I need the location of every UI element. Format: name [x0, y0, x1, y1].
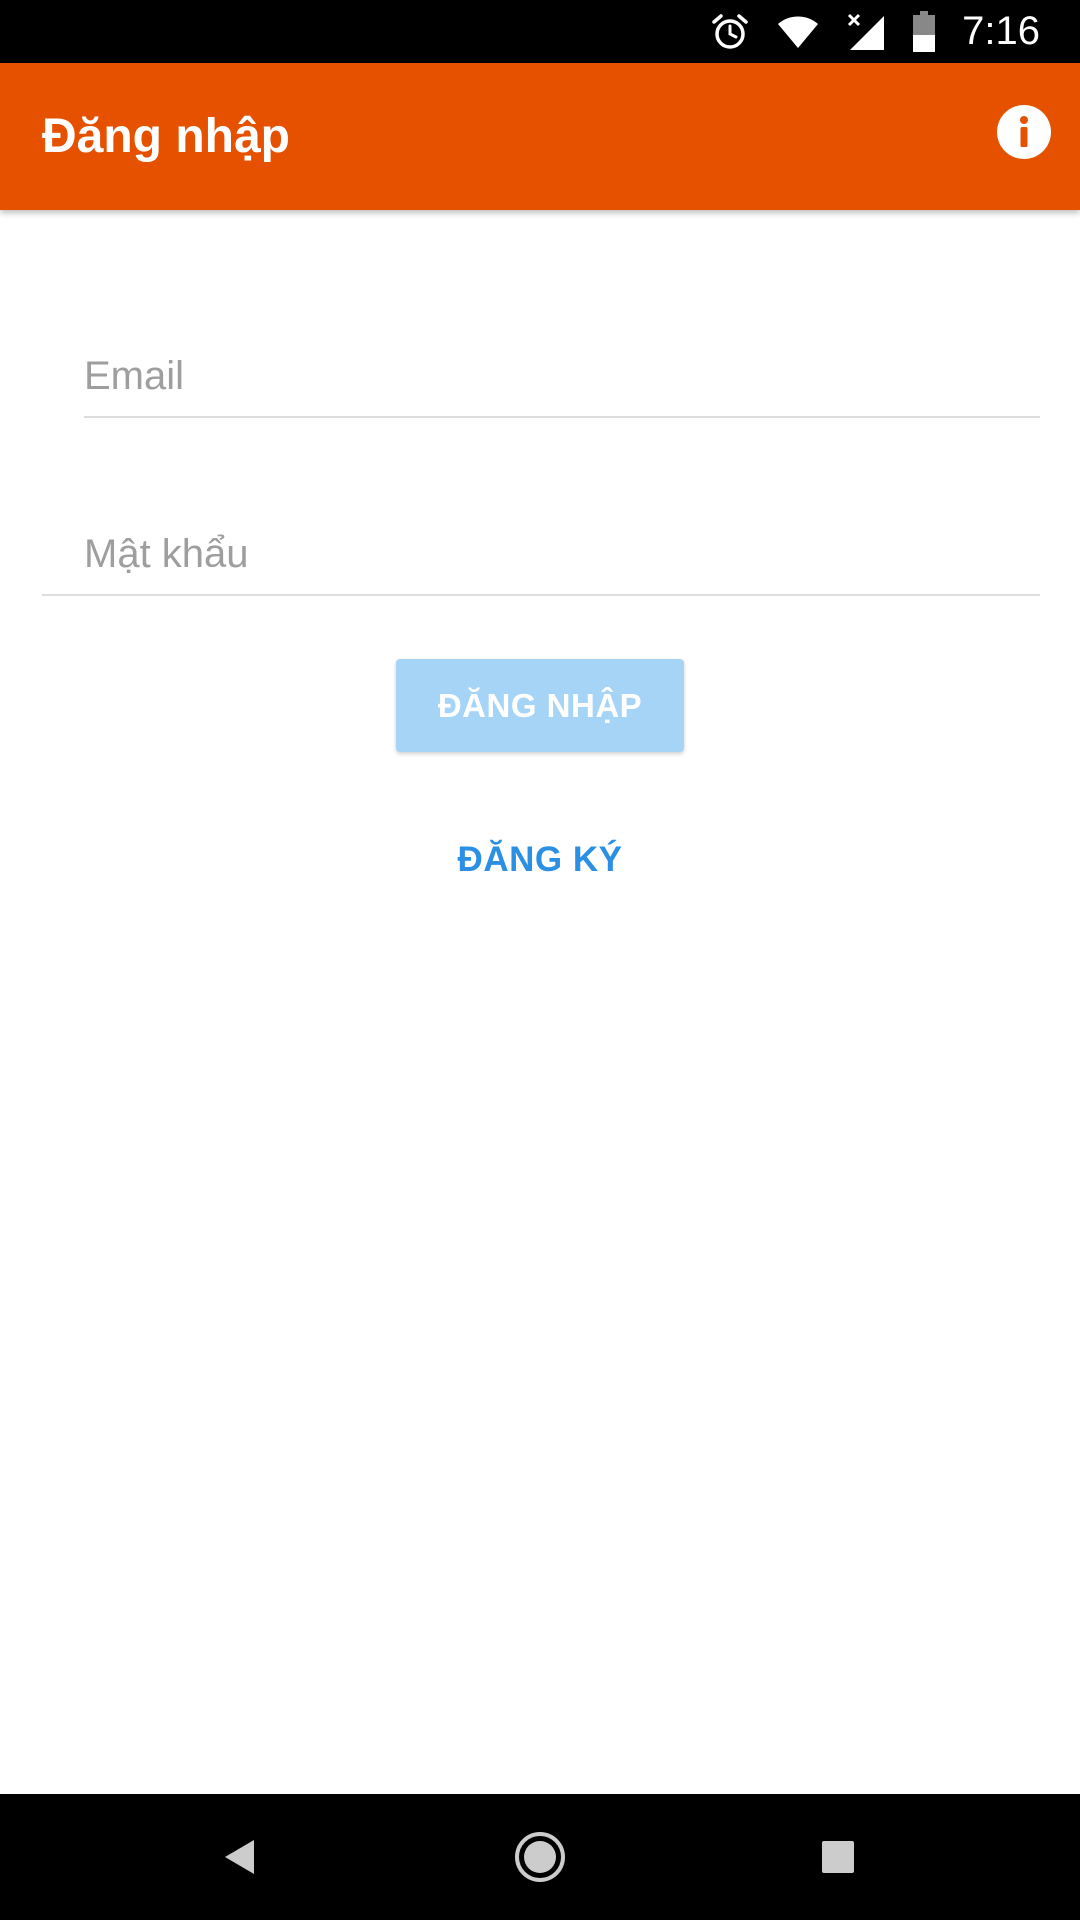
password-underline — [42, 594, 1040, 596]
email-input[interactable] — [84, 336, 1040, 416]
home-button[interactable] — [480, 1794, 600, 1920]
back-button[interactable] — [180, 1794, 300, 1920]
wifi-icon — [776, 14, 820, 50]
register-button[interactable]: ĐĂNG KÝ — [390, 820, 690, 900]
home-icon — [515, 1832, 565, 1882]
info-button[interactable] — [996, 104, 1052, 160]
status-icons: 7:16 — [684, 0, 1040, 63]
page-title: Đăng nhập — [42, 110, 290, 163]
battery-icon — [912, 10, 936, 53]
navigation-bar — [0, 1794, 1080, 1920]
cellular-no-data-icon — [846, 12, 886, 52]
login-button[interactable]: ĐĂNG NHẬP — [396, 659, 684, 752]
password-field-container — [42, 514, 1040, 596]
email-underline — [84, 416, 1040, 418]
alarm-icon — [710, 12, 750, 52]
info-icon — [997, 105, 1051, 159]
email-field-container — [84, 336, 1040, 418]
recents-icon — [822, 1841, 854, 1873]
back-icon — [225, 1840, 254, 1874]
status-bar: 7:16 — [0, 0, 1080, 63]
status-time: 7:16 — [962, 9, 1040, 53]
app-bar: Đăng nhập — [0, 63, 1080, 210]
recents-button[interactable] — [778, 1794, 898, 1920]
login-screen: 7:16 Đăng nhập ĐĂNG NHẬP ĐĂNG KÝ — [0, 0, 1080, 1920]
password-input[interactable] — [42, 514, 1040, 594]
